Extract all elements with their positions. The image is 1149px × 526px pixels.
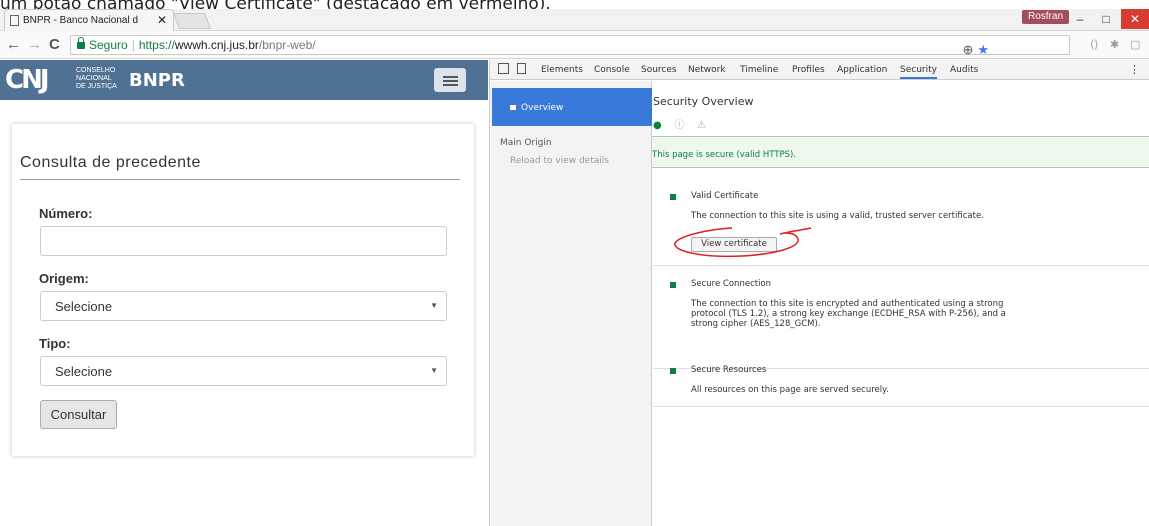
numero-label: Número: [39, 206, 93, 221]
browser-tab-strip: BNPR - Banco Nacional d ✕ Rosfran – □ ✕ [0, 9, 1149, 31]
page-icon [10, 15, 19, 26]
url-input[interactable]: Seguro | https://wwwh.cnj.jus.br/bnpr-web/… [70, 35, 1070, 57]
lock-icon [510, 105, 516, 110]
address-bar: ← → C Seguro | https://wwwh.cnj.jus.br/bnp… [0, 31, 1149, 59]
secure-lock-icon: ● [653, 120, 662, 131]
tipo-label: Tipo: [39, 336, 71, 351]
tab-console[interactable]: Console [594, 65, 630, 75]
tab-profiles[interactable]: Profiles [792, 65, 825, 75]
info-icon: ⓘ [674, 120, 685, 131]
section-title: Secure Connection [691, 279, 772, 289]
reload-details-text[interactable]: Reload to view details [510, 156, 609, 166]
sidebar-item-overview[interactable]: Overview [492, 88, 652, 126]
numero-input[interactable] [40, 226, 447, 256]
secure-status-banner: This page is secure (valid HTTPS). [652, 136, 1149, 168]
tab-network[interactable]: Network [688, 65, 726, 75]
origem-select[interactable]: Selecione ▼ [40, 291, 447, 321]
dropdown-caret-icon: ▼ [430, 366, 438, 375]
user-profile-badge[interactable]: Rosfran [1021, 10, 1069, 24]
maximize-icon[interactable]: □ [1093, 9, 1119, 29]
minimize-icon[interactable]: – [1067, 9, 1093, 29]
dropdown-caret-icon: ▼ [430, 301, 438, 310]
new-tab-button[interactable] [173, 13, 211, 29]
search-card: Consulta de precedente Número: Origem: S… [12, 124, 474, 456]
section-title: Valid Certificate [691, 191, 759, 201]
main-origin-label: Main Origin [500, 138, 552, 148]
red-highlight-mark [674, 227, 812, 258]
inspect-element-icon[interactable] [498, 63, 509, 74]
warning-icon: ⚠ [697, 120, 707, 131]
extension-icon[interactable]: ⟨⟩ [1090, 38, 1099, 51]
status-green-icon [670, 194, 676, 200]
certificate-section: Valid Certificate The connection to this… [653, 191, 1149, 266]
origem-label: Origem: [39, 271, 89, 286]
url-host: wwwh.cnj.jus.br [174, 38, 259, 52]
logo-subtitle: CONSELHO NACIONAL DE JUSTIÇA [76, 67, 117, 90]
consultar-button[interactable]: Consultar [40, 400, 117, 429]
security-state-icons: ● ⓘ ⚠ [653, 116, 706, 131]
form-title: Consulta de precedente [20, 154, 201, 171]
tab-timeline[interactable]: Timeline [740, 65, 778, 75]
origem-selected: Selecione [55, 299, 113, 314]
title-divider [20, 179, 460, 180]
status-green-icon [670, 368, 676, 374]
overview-title: Security Overview [653, 95, 754, 108]
url-path: /bnpr-web/ [258, 38, 316, 52]
section-description: The connection to this site is encrypted… [691, 299, 1006, 329]
security-sidebar: Overview Main Origin Reload to view deta… [490, 81, 652, 526]
zoom-icon[interactable]: ⊕ [962, 42, 973, 57]
tab-elements[interactable]: Elements [541, 65, 583, 75]
menu-icon[interactable]: ▢ [1130, 38, 1140, 51]
device-toolbar-icon[interactable] [517, 63, 526, 74]
devtools-panel: Elements Console Sources Network Timelin… [489, 60, 1149, 526]
status-green-icon [670, 282, 676, 288]
section-description: The connection to this site is using a v… [691, 211, 984, 221]
hamburger-menu-button[interactable] [434, 68, 466, 92]
section-description: All resources on this page are served se… [691, 385, 889, 395]
resources-section: Secure Resources All resources on this p… [653, 365, 1149, 407]
devtools-tab-bar: Elements Console Sources Network Timelin… [490, 60, 1149, 80]
tab-application[interactable]: Application [837, 65, 887, 75]
brand-title: BNPR [129, 70, 185, 91]
bookmark-star-icon[interactable]: ★ [977, 42, 989, 57]
cnj-logo[interactable]: CNJ [5, 66, 70, 94]
browser-tab[interactable]: BNPR - Banco Nacional d ✕ [4, 9, 174, 31]
forward-icon[interactable]: → [27, 36, 42, 53]
connection-section: Secure Connection The connection to this… [653, 279, 1149, 369]
tipo-selected: Selecione [55, 364, 113, 379]
tab-security[interactable]: Security [900, 65, 937, 79]
window-close-icon[interactable]: ✕ [1121, 9, 1149, 29]
extension-puzzle-icon[interactable]: ✱ [1110, 38, 1119, 51]
section-title: Secure Resources [691, 365, 767, 375]
back-icon[interactable]: ← [6, 36, 21, 53]
site-header: CNJ CONSELHO NACIONAL DE JUSTIÇA BNPR [0, 60, 488, 100]
reload-icon[interactable]: C [49, 36, 60, 53]
more-options-icon[interactable]: ⋮ [1129, 63, 1140, 76]
tab-title: BNPR - Banco Nacional d [23, 15, 139, 26]
tab-audits[interactable]: Audits [950, 65, 978, 75]
tab-close-icon[interactable]: ✕ [157, 13, 167, 27]
url-scheme: https:// [138, 38, 175, 52]
security-overview: Security Overview ● ⓘ ⚠ This page is sec… [652, 81, 1149, 526]
website-page: CNJ CONSELHO NACIONAL DE JUSTIÇA BNPR Co… [0, 60, 488, 526]
tipo-select[interactable]: Selecione ▼ [40, 356, 447, 386]
secure-label[interactable]: Seguro [89, 38, 128, 52]
lock-icon [77, 37, 85, 49]
tab-sources[interactable]: Sources [641, 65, 677, 75]
